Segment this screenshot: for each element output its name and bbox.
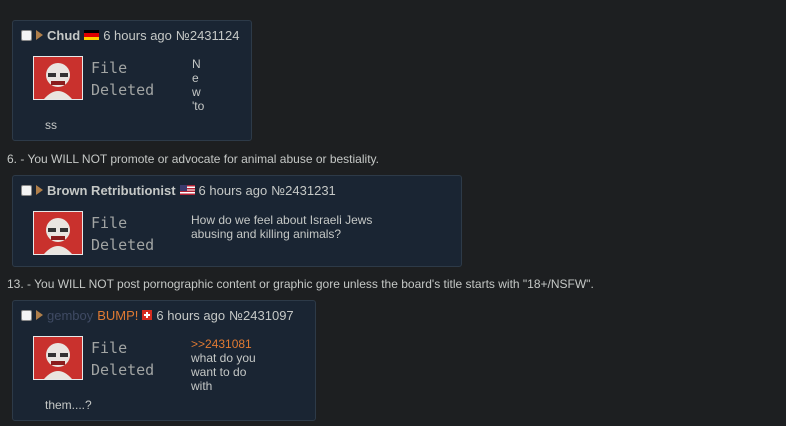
post-number-link[interactable]: №2431231 [271, 183, 336, 198]
post-2431097: gemboy BUMP! 6 hours ago №2431097 File D… [12, 300, 316, 421]
file-deleted-label: File Deleted [91, 339, 155, 379]
rule-6-text: 6. - You WILL NOT promote or advocate fo… [7, 152, 379, 166]
message-line: N [192, 57, 201, 71]
select-checkbox[interactable] [21, 29, 32, 41]
poster-name[interactable]: Brown Retributionist [47, 183, 176, 198]
rule-13-text: 13. - You WILL NOT post pornographic con… [7, 277, 594, 291]
post-menu-arrow-icon[interactable] [36, 185, 43, 195]
message-line: want to do [191, 365, 247, 379]
post-header: gemboy BUMP! 6 hours ago №2431097 [21, 307, 294, 323]
switzerland-flag-icon [142, 310, 153, 320]
post-menu-arrow-icon[interactable] [36, 30, 43, 40]
deleted-file-thumbnail[interactable] [33, 336, 83, 380]
post-2431124: Chud 6 hours ago №2431124 File Deleted N… [12, 20, 252, 141]
poster-name[interactable]: Chud [47, 28, 80, 43]
post-time: 6 hours ago [103, 27, 172, 43]
message-line: abusing and killing animals? [191, 227, 342, 241]
message-tail: them....? [45, 398, 92, 412]
message-tail: ss [45, 118, 57, 132]
message-line: with [191, 379, 213, 393]
message-line: what do you [191, 351, 256, 365]
post-menu-arrow-icon[interactable] [36, 310, 43, 320]
message-line: w [192, 85, 201, 99]
post-message: How do we feel about Israeli Jews abusin… [191, 213, 372, 241]
message-line: 'to [192, 99, 205, 113]
post-number-link[interactable]: №2431097 [229, 308, 294, 323]
post-2431231: Brown Retributionist 6 hours ago №243123… [12, 175, 462, 267]
deleted-file-thumbnail[interactable] [33, 211, 83, 255]
post-message: >>2431081 what do you want to do with [191, 337, 256, 393]
usa-flag-icon [179, 185, 195, 195]
message-line: e [192, 71, 199, 85]
deleted-file-thumbnail[interactable] [33, 56, 83, 100]
message-line: How do we feel about Israeli Jews [191, 213, 373, 227]
post-time: 6 hours ago [198, 182, 268, 198]
post-number-link[interactable]: №2431124 [176, 28, 240, 43]
post-message: N e w 'to [192, 57, 204, 113]
germany-flag-icon [84, 30, 100, 40]
select-checkbox[interactable] [21, 309, 32, 321]
select-checkbox[interactable] [21, 184, 32, 196]
file-deleted-label: File Deleted [91, 214, 155, 254]
post-header: Brown Retributionist 6 hours ago №243123… [21, 182, 336, 198]
bump-tag: BUMP! [97, 307, 139, 323]
poster-name[interactable]: gemboy [47, 308, 93, 323]
quote-link[interactable]: >>2431081 [191, 337, 256, 351]
post-time: 6 hours ago [156, 307, 226, 323]
file-deleted-label: File Deleted [91, 59, 155, 99]
post-header: Chud 6 hours ago №2431124 [21, 27, 239, 43]
